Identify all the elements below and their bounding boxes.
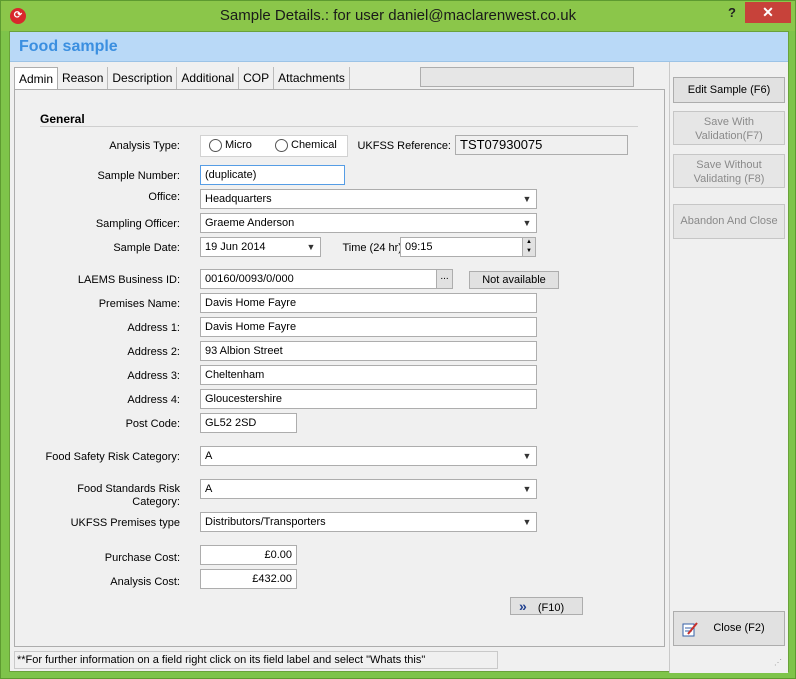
time-field[interactable]: 09:15 [400, 237, 524, 257]
sampling-officer-label: Sampling Officer: [95, 218, 180, 230]
micro-radio[interactable] [209, 139, 222, 152]
address-2-field[interactable]: 93 Albion Street [200, 341, 537, 361]
sample-number-field[interactable]: (duplicate) [200, 165, 345, 185]
chemical-radio-label[interactable]: Chemical [291, 139, 337, 151]
ukfss-reference-field[interactable]: TST07930075 [455, 135, 628, 155]
tab-cop[interactable]: COP [239, 67, 275, 89]
ukfss-premises-type-value: Distributors/Transporters [205, 516, 326, 528]
sampling-officer-value: Graeme Anderson [205, 217, 295, 229]
premises-name-label: Premises Name: [98, 298, 180, 310]
save-without-validating-label-cont: Validating (F8) [693, 173, 765, 185]
tab-attachments[interactable]: Attachments [274, 67, 350, 89]
laems-business-id-label: LAEMS Business ID: [77, 274, 180, 286]
food-safety-risk-select[interactable]: A ▼ [200, 446, 537, 466]
save-with-validation-label: Save With [703, 116, 755, 128]
spin-down-icon[interactable]: ▼ [523, 247, 535, 256]
window-title: Sample Details.: for user daniel@maclare… [219, 7, 577, 24]
sampling-officer-select[interactable]: Graeme Anderson ▼ [200, 213, 537, 233]
analysis-type-radio-group: Micro Chemical [200, 135, 348, 157]
address-4-label: Address 4: [127, 394, 180, 406]
sample-date-picker[interactable]: 19 Jun 2014 ▼ [200, 237, 321, 257]
chevron-down-icon[interactable]: ▼ [522, 513, 532, 531]
address-3-field[interactable]: Cheltenham [200, 365, 537, 385]
resize-grip-icon[interactable]: ⋰ [774, 658, 784, 668]
next-page-button-label: (F10) [537, 602, 565, 614]
admin-panel: General Analysis Type: Micro Chemical UK… [14, 89, 665, 647]
analysis-type-label: Analysis Type: [109, 140, 180, 152]
premises-name-field[interactable]: Davis Home Fayre [200, 293, 537, 313]
application-window: ⟳ Sample Details.: for user daniel@macla… [0, 0, 796, 679]
section-divider [40, 126, 638, 127]
ukfss-premises-type-label: UKFSS Premises type [70, 517, 180, 529]
office-label: Office: [148, 191, 180, 203]
double-chevron-right-icon: » [519, 598, 527, 614]
tab-reason[interactable]: Reason [58, 67, 109, 89]
chevron-down-icon[interactable]: ▼ [522, 190, 532, 208]
chevron-down-icon[interactable]: ▼ [522, 447, 532, 465]
close-button[interactable]: Close (F2) [673, 611, 785, 646]
chevron-down-icon[interactable]: ▼ [306, 238, 316, 256]
analysis-cost-label: Analysis Cost: [110, 576, 180, 588]
food-safety-risk-value: A [205, 450, 213, 462]
food-standards-risk-label: Food Standards Risk [77, 483, 180, 495]
post-code-field[interactable]: GL52 2SD [200, 413, 297, 433]
dialog-client-area: Food sample Admin Reason Description Add… [9, 31, 789, 673]
address-2-label: Address 2: [127, 346, 180, 358]
ukfss-reference-label: UKFSS Reference: [357, 140, 451, 152]
chemical-radio[interactable] [275, 139, 288, 152]
status-bar: **For further information on a field rig… [14, 651, 498, 669]
tab-strip: Admin Reason Description Additional COP … [14, 67, 350, 91]
window-close-button[interactable]: ✕ [745, 2, 791, 23]
action-sidebar: Edit Sample (F6) Save With Validation(F7… [669, 62, 788, 673]
food-standards-risk-label-cont: Category: [132, 496, 180, 508]
next-page-button[interactable]: » (F10) [510, 597, 583, 615]
chevron-down-icon[interactable]: ▼ [522, 480, 532, 498]
edit-sample-button[interactable]: Edit Sample (F6) [673, 77, 785, 103]
time-spinner[interactable]: ▲ ▼ [522, 237, 536, 257]
laems-business-id-field[interactable]: 00160/0093/0/000 [200, 269, 437, 289]
sample-number-label: Sample Number: [97, 170, 180, 182]
office-value: Headquarters [205, 193, 272, 205]
save-without-validating-label: Save Without [696, 159, 762, 171]
micro-radio-label[interactable]: Micro [225, 139, 252, 151]
address-1-label: Address 1: [127, 322, 180, 334]
header-band: Food sample [10, 32, 788, 62]
save-with-validation-button[interactable]: Save With Validation(F7) [673, 111, 785, 145]
tab-admin[interactable]: Admin [14, 67, 59, 91]
food-safety-risk-label: Food Safety Risk Category: [45, 451, 180, 463]
address-3-label: Address 3: [127, 370, 180, 382]
time-label: Time (24 hr): [342, 242, 405, 254]
address-1-field[interactable]: Davis Home Fayre [200, 317, 537, 337]
tab-description[interactable]: Description [108, 67, 178, 89]
close-form-icon [682, 622, 698, 637]
spin-up-icon[interactable]: ▲ [523, 238, 535, 247]
help-icon[interactable]: ? [723, 5, 741, 25]
title-bar[interactable]: ⟳ Sample Details.: for user daniel@macla… [1, 1, 795, 31]
page-title: Food sample [19, 38, 118, 55]
purchase-cost-field[interactable]: £0.00 [200, 545, 297, 565]
sample-date-label: Sample Date: [113, 242, 180, 254]
tab-spacer-field [420, 67, 634, 87]
analysis-cost-field[interactable]: £432.00 [200, 569, 297, 589]
tab-additional[interactable]: Additional [177, 67, 240, 89]
close-button-label: Close (F2) [713, 622, 765, 634]
sample-date-value: 19 Jun 2014 [205, 241, 266, 253]
office-select[interactable]: Headquarters ▼ [200, 189, 537, 209]
abandon-and-close-button[interactable]: Abandon And Close [673, 204, 785, 239]
food-standards-risk-select[interactable]: A ▼ [200, 479, 537, 499]
purchase-cost-label: Purchase Cost: [104, 552, 180, 564]
ukfss-premises-type-select[interactable]: Distributors/Transporters ▼ [200, 512, 537, 532]
food-standards-risk-value: A [205, 483, 213, 495]
post-code-label: Post Code: [125, 418, 180, 430]
chevron-down-icon[interactable]: ▼ [522, 214, 532, 232]
not-available-button[interactable]: Not available [469, 271, 559, 289]
save-with-validation-label-cont: Validation(F7) [695, 130, 763, 142]
browse-ellipsis-button[interactable]: ... [436, 269, 453, 289]
address-4-field[interactable]: Gloucestershire [200, 389, 537, 409]
save-without-validating-button[interactable]: Save Without Validating (F8) [673, 154, 785, 188]
section-title: General [40, 112, 85, 126]
